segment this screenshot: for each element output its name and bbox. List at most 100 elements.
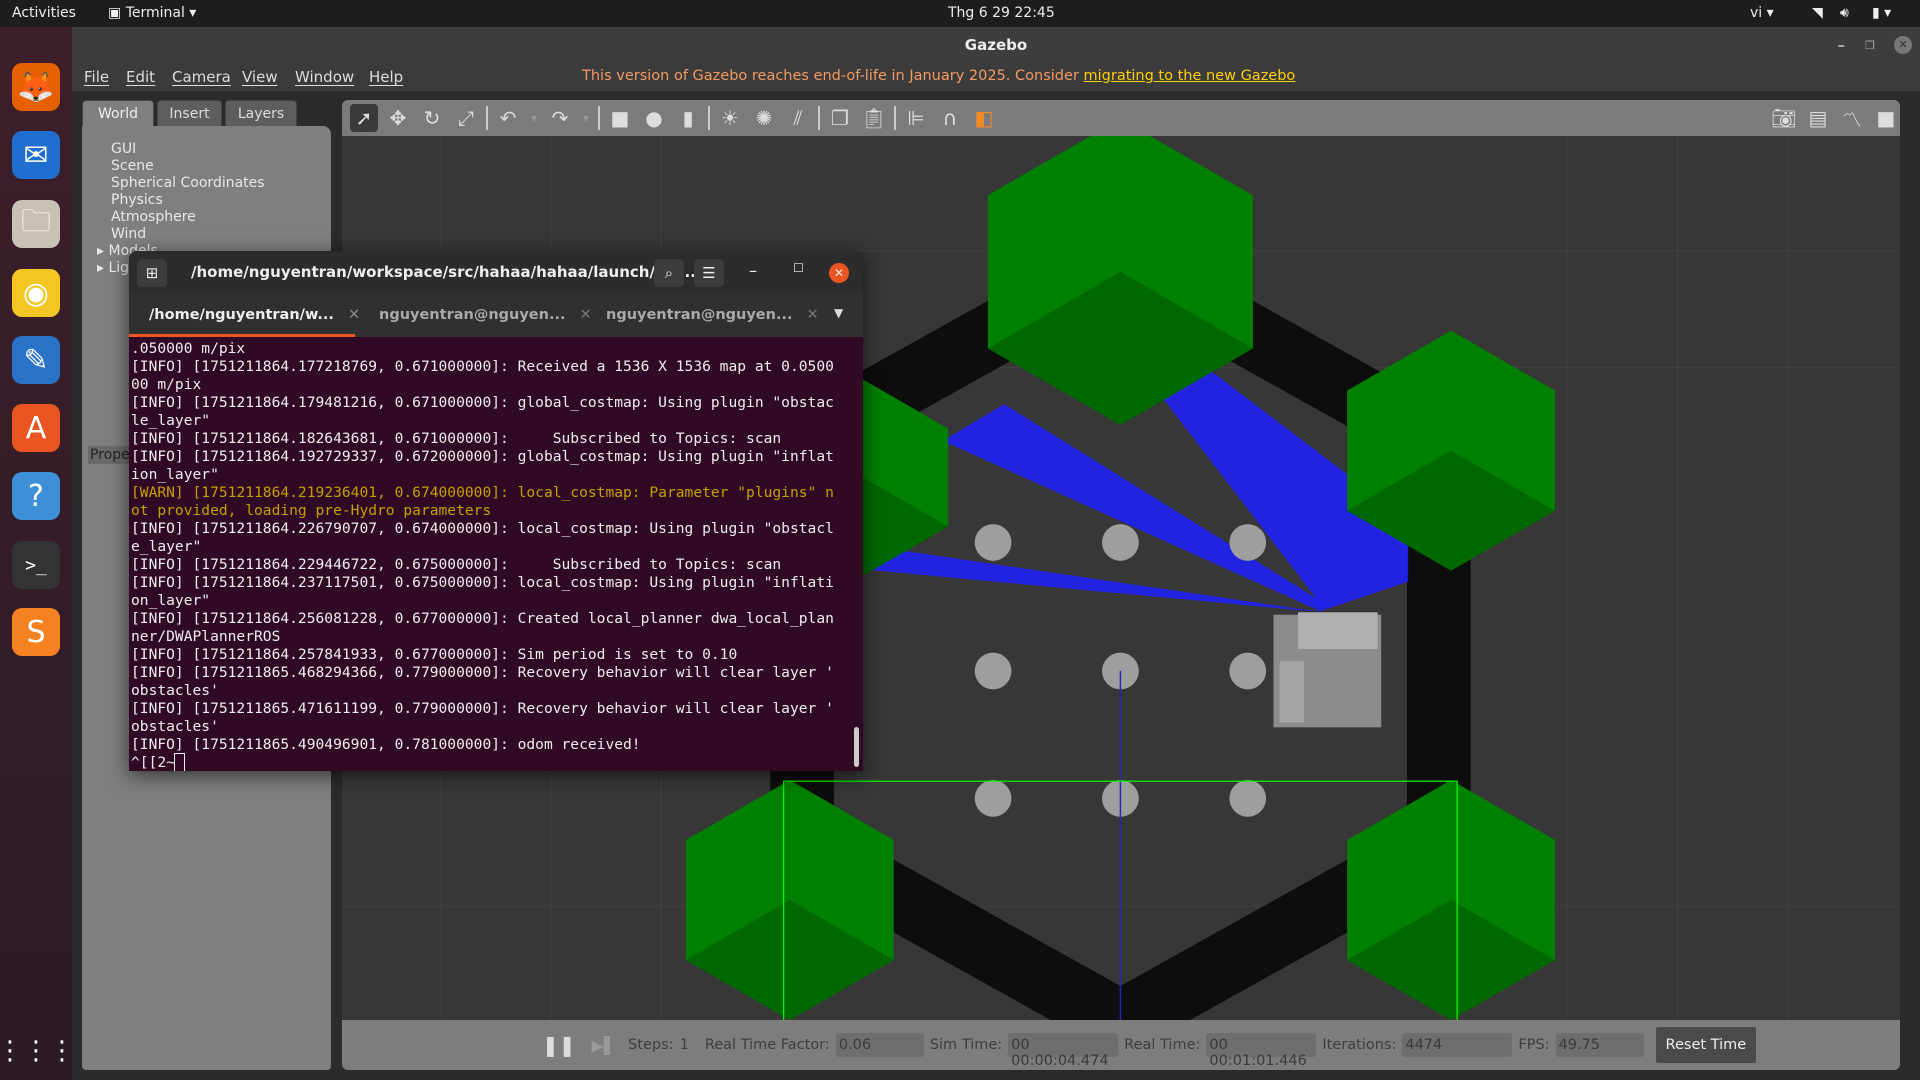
tab-world[interactable]: World	[82, 100, 154, 127]
directional-light-icon[interactable]: ⫽	[784, 104, 812, 132]
record-icon[interactable]: ■	[1872, 104, 1900, 132]
menu-window[interactable]: Window	[295, 68, 354, 86]
sphere-icon[interactable]: ●	[640, 104, 668, 132]
minimize-button[interactable]: –	[1838, 27, 1846, 64]
tab-layers[interactable]: Layers	[225, 100, 297, 127]
tab-insert[interactable]: Insert	[157, 100, 222, 127]
help-icon[interactable]: ?	[12, 472, 60, 520]
terminal-title: /home/nguyentran/workspace/src/hahaa/hah…	[191, 263, 702, 281]
pause-button[interactable]: ❚❚	[542, 1033, 576, 1057]
screenshot-icon[interactable]: 📷︎	[1770, 104, 1798, 132]
expand-arrow-icon[interactable]: ▸	[97, 243, 108, 259]
tab-label: nguyentran@nguyen...	[606, 307, 793, 323]
language-indicator[interactable]: vi ▾	[1750, 5, 1774, 21]
snap-icon[interactable]: ∩	[936, 104, 964, 132]
undo-icon[interactable]: ↶	[494, 104, 522, 132]
search-button[interactable]: ⌕	[654, 259, 684, 287]
menu-view[interactable]: View	[242, 68, 278, 86]
menu-bar: File Edit Camera View Window Help This v…	[72, 64, 1920, 91]
show-apps-grid-icon[interactable]: ⋮⋮⋮	[0, 1027, 75, 1075]
hamburger-menu-button[interactable]: ☰	[694, 259, 724, 287]
thunderbird-icon[interactable]: ✉	[12, 131, 60, 179]
tree-item[interactable]: GUI	[111, 141, 136, 157]
libreoffice-writer-icon[interactable]: ✎	[12, 336, 60, 384]
tree-item[interactable]: Scene	[111, 158, 154, 174]
terminal-headerbar: ⊞ /home/nguyentran/workspace/src/hahaa/h…	[129, 251, 863, 294]
tree-item[interactable]: Atmosphere	[111, 209, 196, 225]
terminal-tab[interactable]: nguyentran@nguyen... ✕	[606, 294, 819, 337]
text-cursor	[173, 753, 185, 771]
close-tab-icon[interactable]: ✕	[806, 307, 818, 323]
rhythmbox-icon[interactable]: ◉	[12, 269, 60, 317]
align-icon[interactable]: ⊫	[902, 104, 930, 132]
tabs-dropdown-icon[interactable]: ▼	[834, 306, 843, 320]
terminal-window[interactable]: ⊞ /home/nguyentran/workspace/src/hahaa/h…	[129, 251, 863, 771]
terminal-icon[interactable]: >_	[12, 541, 60, 589]
step-button[interactable]: ▶▌	[592, 1036, 617, 1055]
spot-light-icon[interactable]: ✺	[750, 104, 778, 132]
sublime-text-icon[interactable]: S	[12, 608, 60, 656]
terminal-tab[interactable]: /home/nguyentran/w... ✕	[129, 294, 360, 337]
box-icon[interactable]: ■	[606, 104, 634, 132]
maximize-button[interactable]: ☐	[793, 261, 804, 275]
menu-edit[interactable]: Edit	[126, 68, 155, 86]
paste-icon[interactable]: 📋︎	[860, 104, 888, 132]
translate-icon[interactable]: ✥	[384, 104, 412, 132]
close-button[interactable]: ✕	[1894, 36, 1912, 54]
plot-icon[interactable]: 〽	[1838, 104, 1866, 132]
cylinder-icon[interactable]: ▮	[674, 104, 702, 132]
tree-item-label: Physics	[111, 192, 163, 208]
select-arrow-icon[interactable]: ➚	[350, 104, 378, 132]
battery-icon[interactable]: ▮ ▾	[1872, 5, 1891, 21]
volume-icon[interactable]: 🔊︎	[1840, 5, 1849, 21]
log-line: [INFO] [1751211864.229446722, 0.67500000…	[131, 556, 782, 573]
prompt-line[interactable]: ^[[2~	[131, 753, 863, 771]
expand-arrow-icon[interactable]: ▸	[97, 260, 108, 276]
cylinder-pillar	[1229, 780, 1267, 817]
tree-item-label: Spherical Coordinates	[111, 175, 265, 191]
rotate-icon[interactable]: ↻	[418, 104, 446, 132]
new-tab-button[interactable]: ⊞	[137, 259, 167, 287]
log-icon[interactable]: ▤	[1804, 104, 1832, 132]
point-light-icon[interactable]: ☀	[716, 104, 744, 132]
terminal-tab[interactable]: nguyentran@nguyen... ✕	[379, 294, 592, 337]
log-line: .050000 m/pix	[131, 340, 246, 357]
firefox-icon[interactable]: 🦊	[12, 63, 60, 111]
close-tab-icon[interactable]: ✕	[579, 307, 591, 323]
clock[interactable]: Thg 6 29 22:45	[948, 5, 1055, 21]
copy-icon[interactable]: ❐	[826, 104, 854, 132]
redo-icon[interactable]: ↷	[546, 104, 574, 132]
close-button[interactable]: ✕	[829, 263, 849, 283]
cylinder-pillar	[974, 780, 1012, 817]
log-line: obstacles'	[131, 718, 219, 735]
activities-button[interactable]: Activities	[12, 5, 76, 21]
tree-item[interactable]: Wind	[111, 226, 146, 242]
robot-model	[1273, 612, 1382, 728]
restore-button[interactable]: ❐	[1865, 27, 1875, 64]
steps-value[interactable]: 1	[680, 1037, 689, 1053]
wifi-icon[interactable]: ◥	[1812, 5, 1823, 21]
eol-notice-text: This version of Gazebo reaches end-of-li…	[582, 68, 1084, 84]
log-line: [INFO] [1751211864.179481216, 0.67100000…	[131, 394, 834, 411]
prompt-text: ^[[2~	[131, 754, 175, 771]
cylinder-pillar	[1229, 652, 1267, 690]
menu-help[interactable]: Help	[369, 68, 403, 86]
migration-link[interactable]: migrating to the new Gazebo	[1084, 68, 1296, 84]
files-icon[interactable]: 🗀	[12, 200, 60, 248]
reset-time-button[interactable]: Reset Time	[1655, 1027, 1757, 1063]
terminal-output[interactable]: .050000 m/pix [INFO] [1751211864.17721876…	[129, 337, 863, 771]
app-menu-button[interactable]: ▣ Terminal ▾	[108, 5, 196, 21]
close-tab-icon[interactable]: ✕	[348, 307, 360, 323]
undo-dropdown-icon[interactable]: ▾	[528, 104, 540, 132]
menu-file[interactable]: File	[84, 68, 109, 86]
menu-camera[interactable]: Camera	[172, 68, 231, 86]
view-angle-icon[interactable]: ◧	[970, 104, 998, 132]
redo-dropdown-icon[interactable]: ▾	[580, 104, 592, 132]
minimize-button[interactable]: –	[749, 261, 757, 280]
log-line: [INFO] [1751211865.490496901, 0.78100000…	[131, 736, 641, 753]
tree-item[interactable]: Spherical Coordinates	[111, 175, 265, 191]
tree-item[interactable]: Physics	[111, 192, 163, 208]
scale-icon[interactable]: ⤢	[452, 104, 480, 132]
ubuntu-software-icon[interactable]: A	[12, 404, 60, 452]
scrollbar[interactable]	[854, 727, 859, 767]
